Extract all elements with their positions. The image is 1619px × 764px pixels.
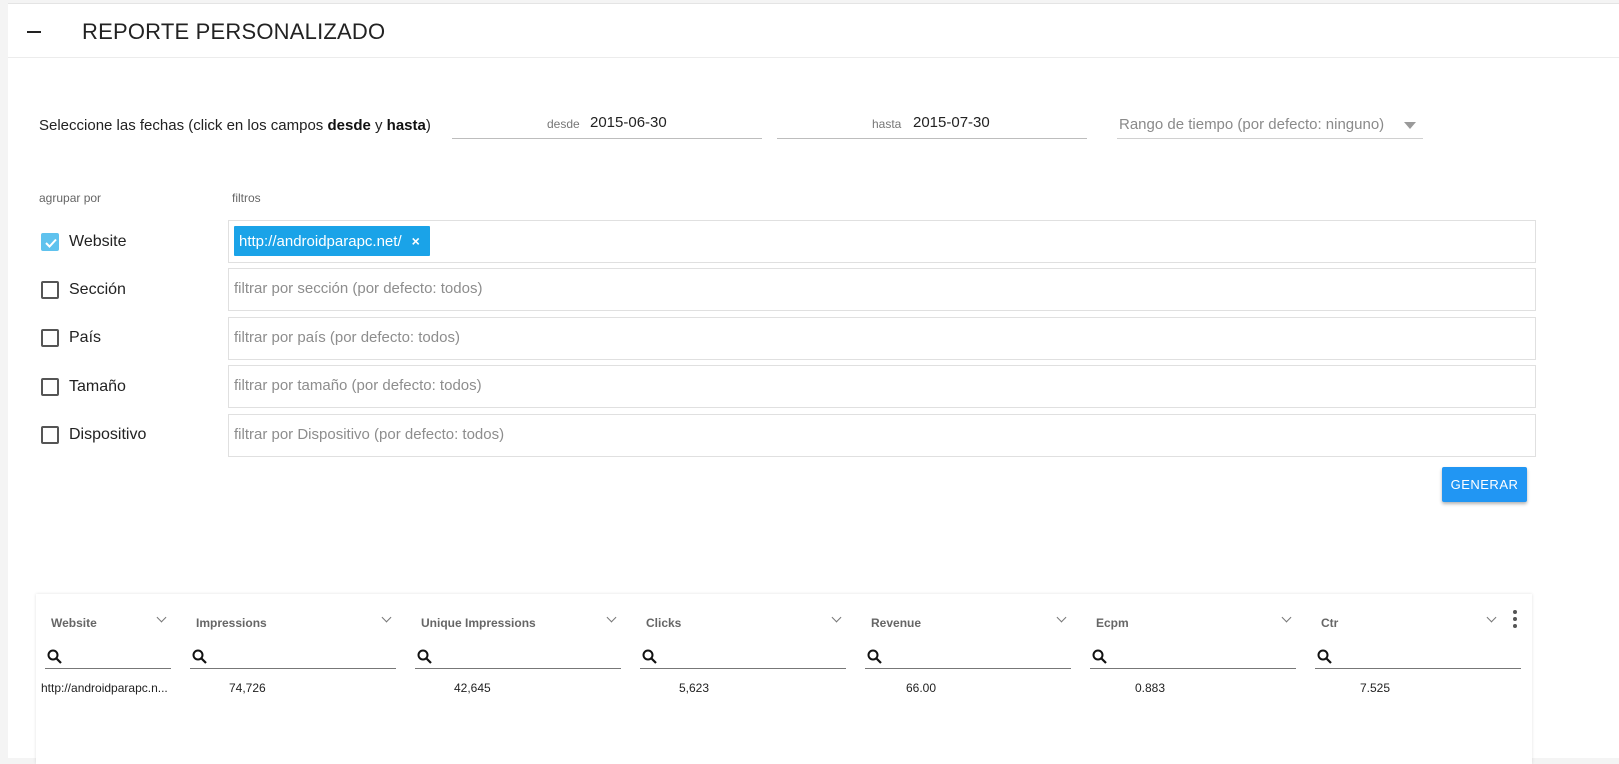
close-icon[interactable]: × bbox=[412, 233, 420, 249]
minus-icon[interactable] bbox=[27, 31, 41, 33]
dates-instruction: Seleccione las fechas (click en los camp… bbox=[39, 117, 431, 134]
search-icon bbox=[192, 649, 207, 664]
search-icon bbox=[867, 649, 882, 664]
dispositivo-checkbox[interactable] bbox=[41, 426, 59, 444]
tamano-checkbox-label: Tamaño bbox=[69, 378, 126, 395]
report-card: REPORTE PERSONALIZADO Seleccione las fec… bbox=[8, 3, 1619, 764]
cell-unique-impressions: 42,645 bbox=[454, 681, 491, 695]
card-header: REPORTE PERSONALIZADO bbox=[8, 4, 1619, 58]
unique-impressions-column-search[interactable] bbox=[415, 646, 621, 669]
chevron-down-icon[interactable] bbox=[381, 612, 392, 623]
desde-label: desde bbox=[547, 117, 580, 131]
desde-date-field[interactable]: desde 2015-06-30 bbox=[452, 108, 762, 139]
time-range-select[interactable]: Rango de tiempo (por defecto: ninguno) bbox=[1117, 111, 1423, 139]
column-clicks: Clicks 5,623 bbox=[631, 594, 856, 764]
cell-impressions: 74,726 bbox=[229, 681, 266, 695]
column-impressions: Impressions 74,726 bbox=[181, 594, 406, 764]
search-icon bbox=[1317, 649, 1332, 664]
column-website: Website http://androidparapc.n... bbox=[36, 594, 181, 764]
search-icon bbox=[47, 649, 62, 664]
chevron-down-icon[interactable] bbox=[606, 612, 617, 623]
column-ecpm: Ecpm 0.883 bbox=[1081, 594, 1306, 764]
more-vert-icon[interactable] bbox=[1513, 610, 1517, 631]
seccion-checkbox-label: Sección bbox=[69, 281, 126, 298]
website-filter-input[interactable]: http://androidparapc.net/ × bbox=[228, 220, 1536, 263]
column-header-revenue[interactable]: Revenue bbox=[871, 616, 921, 630]
column-header-unique-impressions[interactable]: Unique Impressions bbox=[421, 616, 536, 630]
cell-revenue: 66.00 bbox=[906, 681, 937, 695]
tamano-checkbox[interactable] bbox=[41, 378, 59, 396]
column-header-impressions[interactable]: Impressions bbox=[196, 616, 267, 630]
search-icon bbox=[417, 649, 432, 664]
pais-checkbox-label: País bbox=[69, 329, 102, 346]
column-revenue: Revenue 66.00 bbox=[856, 594, 1081, 764]
seccion-filter-input[interactable]: filtrar por sección (por defecto: todos) bbox=[228, 268, 1536, 311]
website-checkbox[interactable] bbox=[41, 233, 59, 251]
cell-ecpm: 0.883 bbox=[1135, 681, 1166, 695]
cell-ctr: 7.525 bbox=[1360, 681, 1391, 695]
column-header-ecpm[interactable]: Ecpm bbox=[1096, 616, 1129, 630]
hasta-label: hasta bbox=[872, 117, 902, 131]
dispositivo-filter-input[interactable]: filtrar por Dispositivo (por defecto: to… bbox=[228, 414, 1536, 457]
pais-filter-input[interactable]: filtrar por país (por defecto: todos) bbox=[228, 317, 1536, 360]
search-icon bbox=[1092, 649, 1107, 664]
results-grid: Website http://androidparapc.n... Impres… bbox=[36, 594, 1532, 764]
website-column-search[interactable] bbox=[45, 646, 171, 669]
ecpm-column-search[interactable] bbox=[1090, 646, 1296, 669]
seccion-filter-placeholder: filtrar por sección (por defecto: todos) bbox=[234, 280, 483, 297]
group-by-heading: agrupar por bbox=[39, 191, 102, 205]
dispositivo-filter-placeholder: filtrar por Dispositivo (por defecto: to… bbox=[234, 426, 505, 443]
chevron-down-icon[interactable] bbox=[156, 612, 167, 623]
ctr-column-search[interactable] bbox=[1315, 646, 1521, 669]
filters-heading: filtros bbox=[232, 191, 261, 205]
dispositivo-checkbox-label: Dispositivo bbox=[69, 426, 147, 443]
pais-checkbox[interactable] bbox=[41, 329, 59, 347]
pais-filter-placeholder: filtrar por país (por defecto: todos) bbox=[234, 329, 460, 346]
chevron-down-icon[interactable] bbox=[831, 612, 842, 623]
generate-button[interactable]: GENERAR bbox=[1442, 467, 1527, 502]
cell-clicks: 5,623 bbox=[679, 681, 710, 695]
chevron-down-icon[interactable] bbox=[1056, 612, 1067, 623]
seccion-checkbox[interactable] bbox=[41, 281, 59, 299]
clicks-column-search[interactable] bbox=[640, 646, 846, 669]
chevron-down-icon[interactable] bbox=[1281, 612, 1292, 623]
impressions-column-search[interactable] bbox=[190, 646, 396, 669]
check-icon bbox=[45, 238, 57, 248]
column-unique-impressions: Unique Impressions 42,645 bbox=[406, 594, 631, 764]
revenue-column-search[interactable] bbox=[865, 646, 1071, 669]
website-chip-label: http://androidparapc.net/ bbox=[239, 233, 402, 250]
cell-website: http://androidparapc.n... bbox=[41, 681, 168, 695]
chevron-down-icon[interactable] bbox=[1486, 612, 1497, 623]
column-header-clicks[interactable]: Clicks bbox=[646, 616, 681, 630]
page-title: REPORTE PERSONALIZADO bbox=[82, 19, 386, 44]
tamano-filter-placeholder: filtrar por tamaño (por defecto: todos) bbox=[234, 377, 482, 394]
hasta-date-field[interactable]: hasta 2015-07-30 bbox=[777, 108, 1087, 139]
website-filter-chip: http://androidparapc.net/ × bbox=[234, 226, 430, 256]
column-header-website[interactable]: Website bbox=[51, 616, 97, 630]
search-icon bbox=[642, 649, 657, 664]
tamano-filter-input[interactable]: filtrar por tamaño (por defecto: todos) bbox=[228, 365, 1536, 408]
hasta-value: 2015-07-30 bbox=[913, 114, 990, 131]
website-checkbox-label: Website bbox=[69, 233, 127, 250]
desde-value: 2015-06-30 bbox=[590, 114, 667, 131]
column-ctr: Ctr 7.525 bbox=[1306, 594, 1521, 764]
caret-down-icon bbox=[1404, 122, 1416, 129]
column-header-ctr[interactable]: Ctr bbox=[1321, 616, 1338, 630]
time-range-placeholder: Rango de tiempo (por defecto: ninguno) bbox=[1119, 116, 1385, 133]
